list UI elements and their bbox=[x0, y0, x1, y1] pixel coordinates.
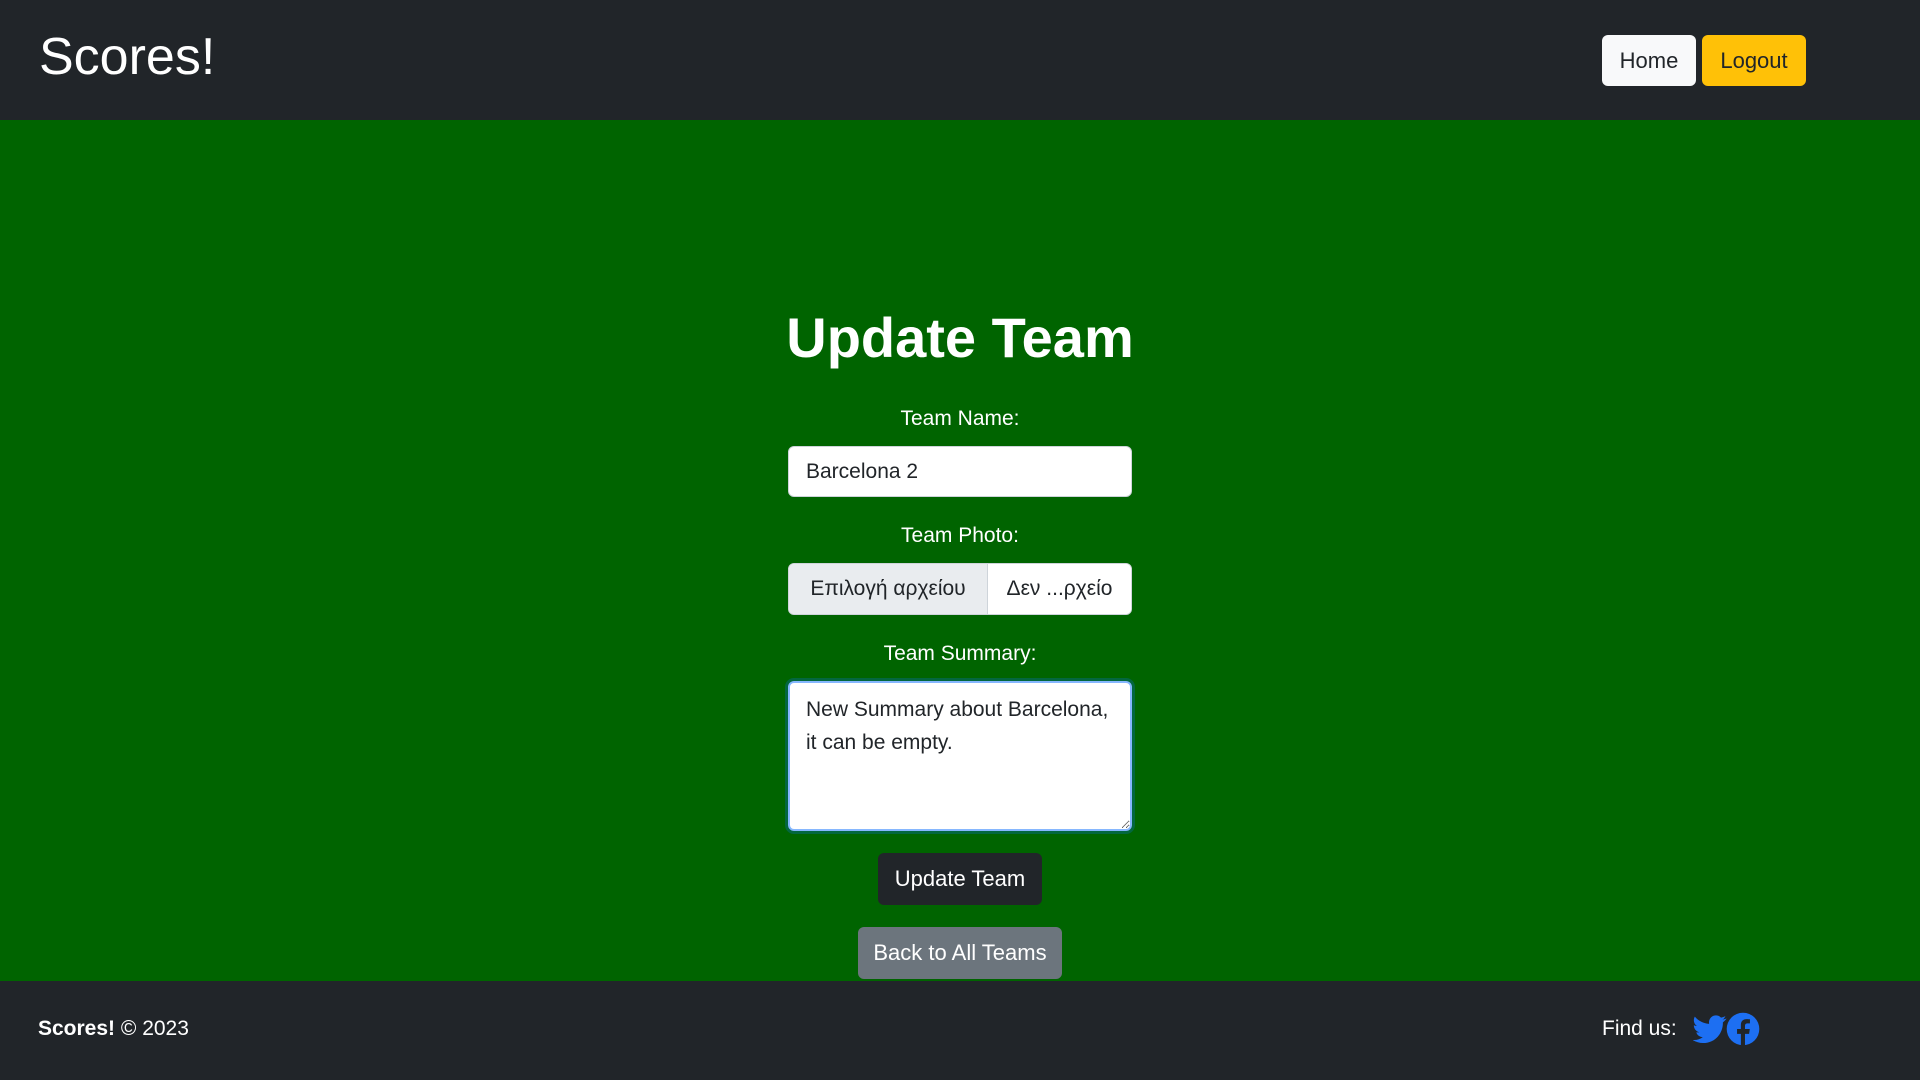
team-summary-label: Team Summary: bbox=[883, 642, 1037, 665]
home-button[interactable]: Home bbox=[1602, 35, 1696, 86]
facebook-icon[interactable] bbox=[1726, 1012, 1760, 1046]
update-team-button[interactable]: Update Team bbox=[878, 853, 1042, 905]
team-photo-label: Team Photo: bbox=[901, 524, 1019, 547]
team-name-label: Team Name: bbox=[900, 407, 1020, 430]
find-us-label: Find us: bbox=[1602, 1017, 1677, 1040]
top-navbar: Scores! Home Logout bbox=[0, 0, 1920, 120]
page-title: Update Team bbox=[786, 306, 1134, 369]
back-to-all-teams-button[interactable]: Back to All Teams bbox=[858, 927, 1062, 979]
brand-logo[interactable]: Scores! bbox=[39, 22, 215, 92]
footer: Scores! © 2023 Find us: bbox=[0, 981, 1920, 1080]
team-photo-file-input[interactable]: Επιλογή αρχείου Δεν ...ρχείο bbox=[788, 563, 1132, 615]
footer-copyright-text: © 2023 bbox=[120, 1017, 189, 1040]
footer-copyright: Scores! © 2023 bbox=[38, 1014, 189, 1044]
team-name-input[interactable] bbox=[788, 446, 1132, 497]
twitter-icon[interactable] bbox=[1693, 1012, 1727, 1046]
file-status-text: Δεν ...ρχείο bbox=[988, 564, 1131, 614]
team-summary-textarea[interactable]: New Summary about Barcelona, it can be e… bbox=[785, 678, 1135, 834]
logout-button[interactable]: Logout bbox=[1702, 35, 1806, 86]
footer-brand: Scores! bbox=[38, 1017, 116, 1040]
choose-file-button[interactable]: Επιλογή αρχείου bbox=[789, 564, 988, 614]
